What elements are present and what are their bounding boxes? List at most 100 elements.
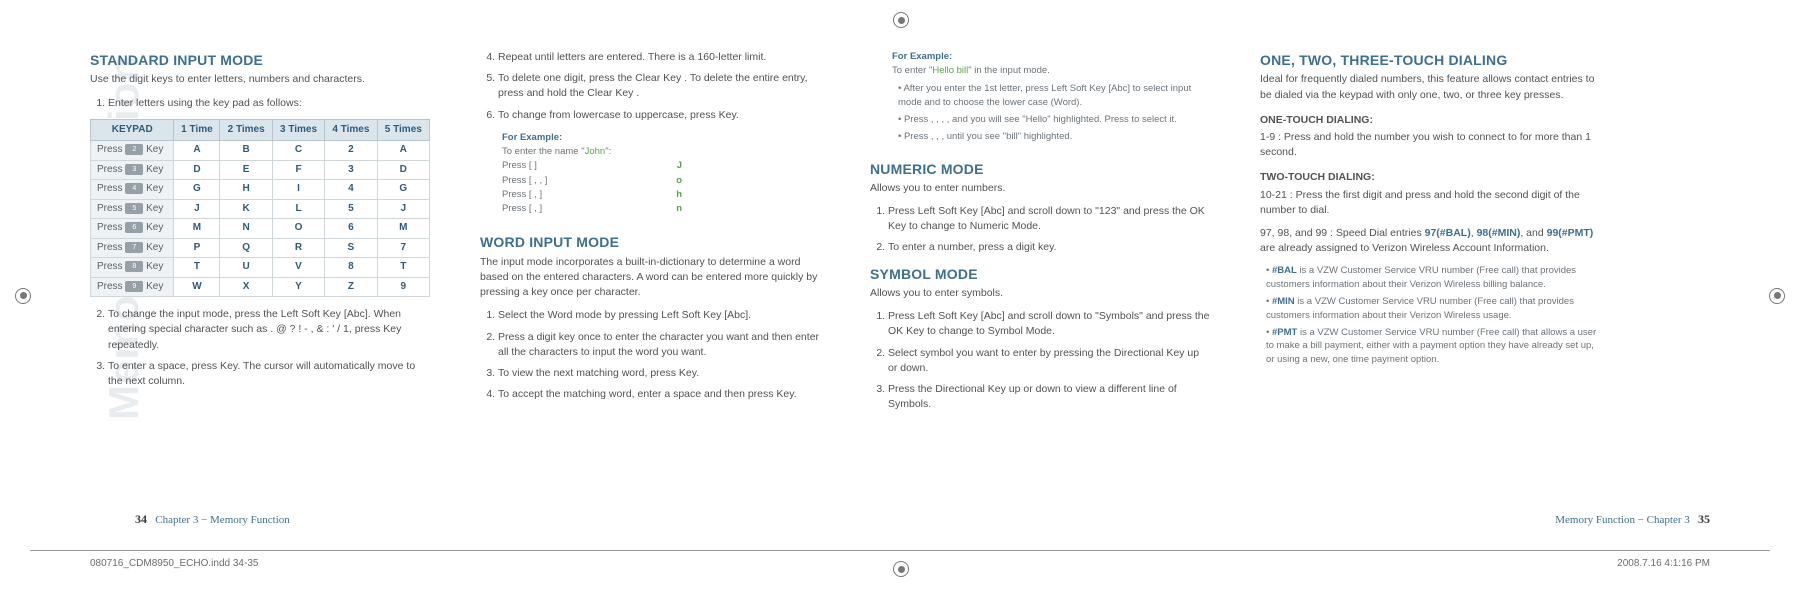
subtext: Allows you to enter numbers.: [870, 181, 1210, 196]
cell: V: [272, 258, 324, 278]
steps-list: Select the Word mode by pressing Left So…: [480, 308, 820, 402]
cell: G: [377, 180, 429, 200]
cell: T: [377, 258, 429, 278]
cell: B: [220, 141, 272, 161]
heading-word-input: WORD INPUT MODE: [480, 232, 820, 252]
subtext: Ideal for frequently dialed numbers, thi…: [1260, 72, 1600, 102]
cell: P: [174, 238, 220, 258]
cell: 4: [325, 180, 377, 200]
step: To enter a number, press a digit key.: [888, 240, 1210, 255]
column-2: Repeat until letters are entered. There …: [480, 50, 820, 421]
step: To change from lowercase to uppercase, p…: [498, 108, 820, 123]
step: Enter letters using the key pad as follo…: [108, 96, 430, 111]
crop-mark: [893, 561, 909, 577]
cell: E: [220, 160, 272, 180]
step: To accept the matching word, enter a spa…: [498, 387, 820, 402]
row-label: Press 6 Key: [91, 219, 174, 239]
th: KEYPAD: [91, 119, 174, 141]
bullet: After you enter the 1st letter, press Le…: [898, 82, 1210, 111]
steps-list: Press Left Soft Key [Abc] and scroll dow…: [870, 309, 1210, 412]
bullet: Press , , , , and you will see "Hello" h…: [898, 113, 1210, 127]
page-spread: STANDARD INPUT MODE Use the digit keys t…: [0, 0, 1800, 461]
th: 1 Time: [174, 119, 220, 141]
step: Press the Directional Key up or down to …: [888, 382, 1210, 412]
page-footer-right: Memory Function − Chapter 3 35: [1555, 512, 1710, 527]
step: Select symbol you want to enter by press…: [888, 346, 1210, 376]
step: To change the input mode, press the Left…: [108, 307, 430, 353]
example-title: For Example:: [502, 132, 562, 143]
row-label: Press 9 Key: [91, 277, 174, 297]
cell: 8: [325, 258, 377, 278]
column-4: ONE, TWO, THREE-TOUCH DIALING Ideal for …: [1260, 50, 1600, 421]
heading-standard-input: STANDARD INPUT MODE: [90, 50, 430, 70]
row-label: Press 4 Key: [91, 180, 174, 200]
subtext: Use the digit keys to enter letters, num…: [90, 72, 430, 87]
cell: M: [377, 219, 429, 239]
cell: H: [220, 180, 272, 200]
th: 3 Times: [272, 119, 324, 141]
step: Press a digit key once to enter the char…: [498, 330, 820, 360]
heading-touch-dialing: ONE, TWO, THREE-TOUCH DIALING: [1260, 50, 1600, 70]
cell: D: [174, 160, 220, 180]
print-trim-line: [30, 550, 1770, 551]
speed-dial-line: 97, 98, and 99 : Speed Dial entries 97(#…: [1260, 226, 1600, 256]
subheading-two-touch: TWO-TOUCH DIALING:: [1260, 170, 1600, 185]
cell: N: [220, 219, 272, 239]
cell: R: [272, 238, 324, 258]
page-footer-left: 34 Chapter 3 − Memory Function: [135, 512, 290, 527]
cell: Z: [325, 277, 377, 297]
th: 4 Times: [325, 119, 377, 141]
subheading-one-touch: ONE-TOUCH DIALING:: [1260, 113, 1600, 128]
step: Repeat until letters are entered. There …: [498, 50, 820, 65]
cell: J: [377, 199, 429, 219]
row-label: Press 5 Key: [91, 199, 174, 219]
cell: M: [174, 219, 220, 239]
cell: 2: [325, 141, 377, 161]
step: Select the Word mode by pressing Left So…: [498, 308, 820, 323]
subtext: The input mode incorporates a built-in-d…: [480, 255, 820, 301]
step: To delete one digit, press the Clear Key…: [498, 71, 820, 101]
step: To view the next matching word, press Ke…: [498, 366, 820, 381]
cell: T: [174, 258, 220, 278]
heading-symbol: SYMBOL MODE: [870, 264, 1210, 284]
line: 1-9 : Press and hold the number you wish…: [1260, 130, 1600, 160]
th: 5 Times: [377, 119, 429, 141]
cell: Q: [220, 238, 272, 258]
cell: A: [377, 141, 429, 161]
cell: S: [325, 238, 377, 258]
cell: X: [220, 277, 272, 297]
cell: 3: [325, 160, 377, 180]
cell: C: [272, 141, 324, 161]
cell: 7: [377, 238, 429, 258]
example-title: For Example:: [892, 51, 952, 62]
cell: O: [272, 219, 324, 239]
cell: F: [272, 160, 324, 180]
footnote: #MIN is a VZW Customer Service VRU numbe…: [1266, 295, 1600, 323]
example-bullets: After you enter the 1st letter, press Le…: [892, 82, 1210, 145]
step: Press Left Soft Key [Abc] and scroll dow…: [888, 309, 1210, 339]
line: 10-21 : Press the first digit and press …: [1260, 188, 1600, 218]
bullet: Press , , , until you see "bill" highlig…: [898, 130, 1210, 144]
cell: U: [220, 258, 272, 278]
row-label: Press 7 Key: [91, 238, 174, 258]
step: To enter a space, press Key. The cursor …: [108, 359, 430, 389]
subtext: Allows you to enter symbols.: [870, 286, 1210, 301]
cell: L: [272, 199, 324, 219]
footnote: #BAL is a VZW Customer Service VRU numbe…: [1266, 264, 1600, 292]
print-mark-right: 2008.7.16 4:1:16 PM: [1617, 558, 1710, 569]
steps-list: Repeat until letters are entered. There …: [480, 50, 820, 123]
cell: J: [174, 199, 220, 219]
cell: 9: [377, 277, 429, 297]
cell: D: [377, 160, 429, 180]
th: 2 Times: [220, 119, 272, 141]
footnotes: #BAL is a VZW Customer Service VRU numbe…: [1260, 264, 1600, 366]
row-label: Press 8 Key: [91, 258, 174, 278]
heading-numeric: NUMERIC MODE: [870, 159, 1210, 179]
example-sub: To enter "Hello bill" in the input mode.: [892, 65, 1050, 76]
column-1: STANDARD INPUT MODE Use the digit keys t…: [90, 50, 430, 421]
cell: 6: [325, 219, 377, 239]
column-3: For Example: To enter "Hello bill" in th…: [870, 50, 1210, 421]
example-sub: To enter the name "John":: [502, 146, 611, 157]
cell: Y: [272, 277, 324, 297]
steps-list: To change the input mode, press the Left…: [90, 307, 430, 389]
